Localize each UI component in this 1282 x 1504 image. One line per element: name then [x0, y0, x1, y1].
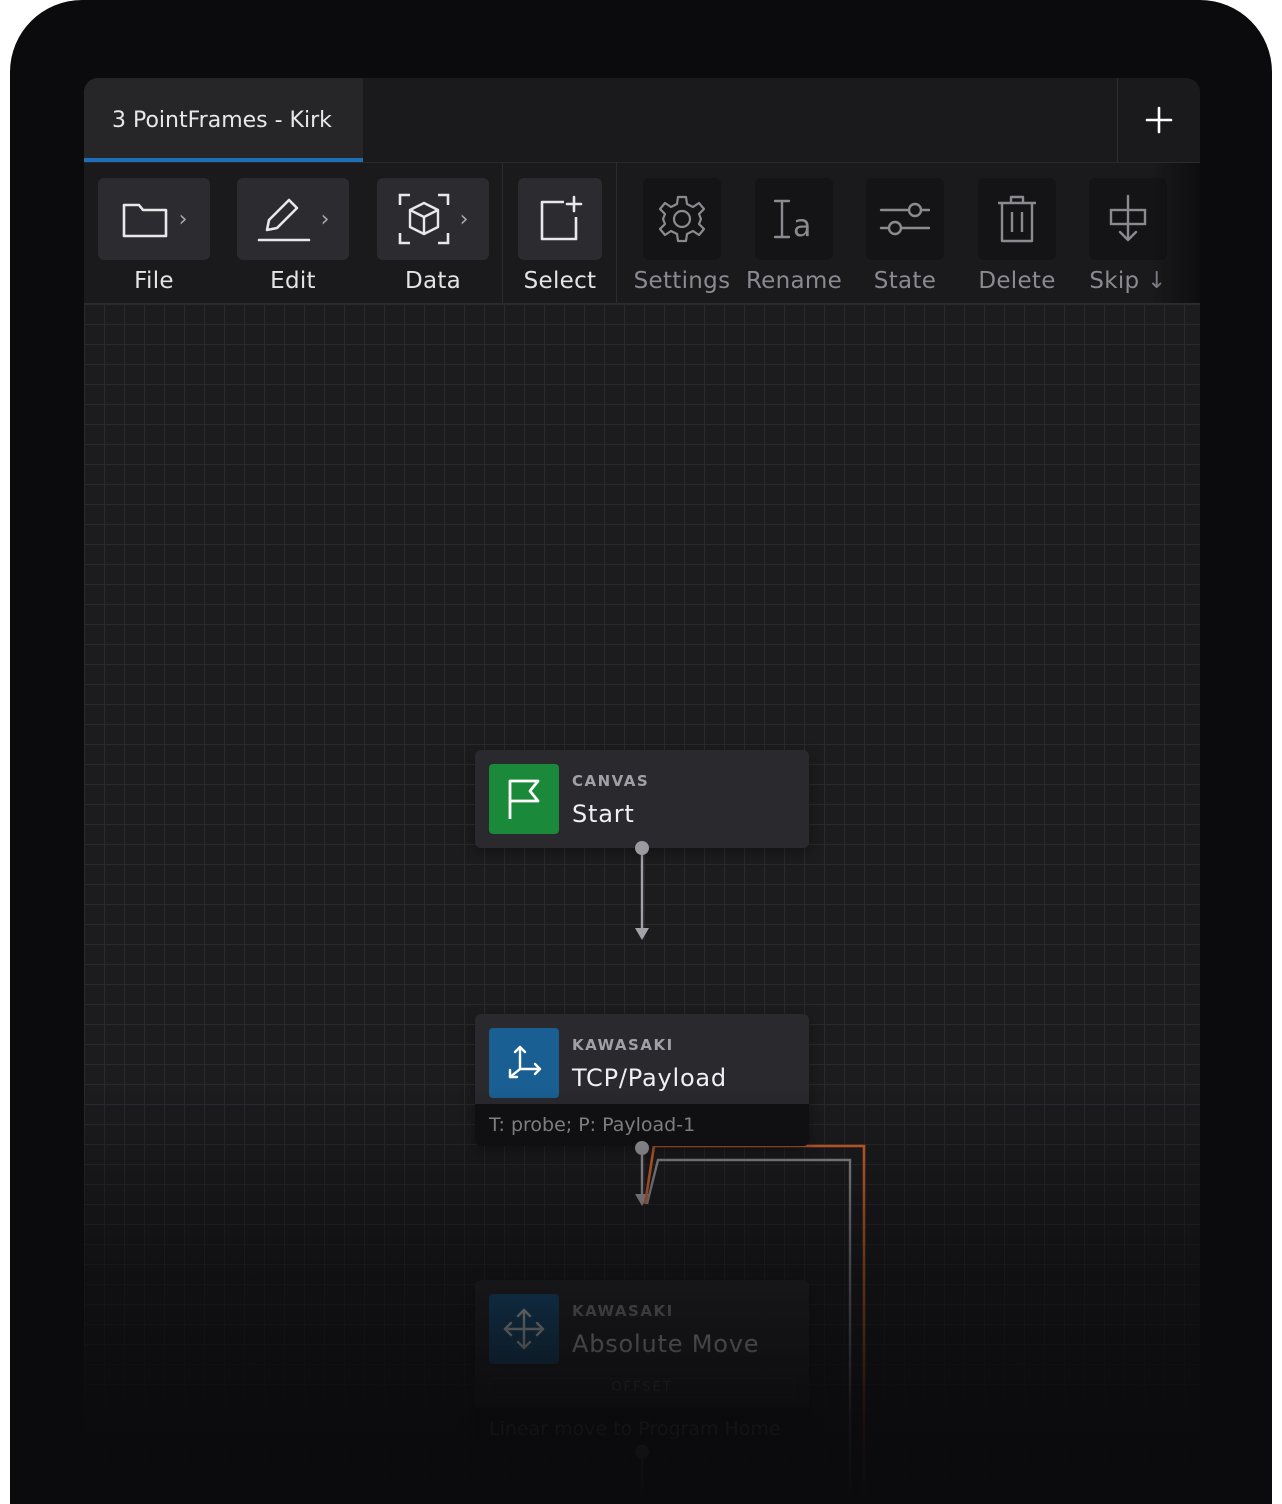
node-start[interactable]: CANVAS Start — [475, 750, 809, 848]
node-category: CANVAS — [572, 772, 650, 790]
move-arrows-icon — [489, 1294, 559, 1364]
tab-bar: 3 PointFrames - Kirk — [84, 78, 1200, 163]
node-title: Start — [572, 800, 635, 828]
folder-icon — [122, 203, 167, 238]
node-badge-row: OFFSET — [475, 1378, 809, 1408]
output-port[interactable] — [635, 841, 649, 855]
tab-label: 3 PointFrames - Kirk — [112, 107, 332, 133]
flag-icon — [489, 764, 559, 834]
rename-button[interactable]: a Rename — [744, 163, 844, 303]
chevron-right-icon: › — [320, 206, 330, 232]
node-tcp-payload[interactable]: KAWASAKI TCP/Payload T: probe; P: Payloa… — [475, 1014, 809, 1146]
node-category: KAWASAKI — [572, 1036, 674, 1054]
gear-icon — [658, 195, 706, 243]
edit-label: Edit — [270, 268, 316, 294]
app-screen: 3 PointFrames - Kirk › File › Edit › Dat… — [84, 78, 1200, 1504]
svg-text:a: a — [793, 209, 811, 243]
tablet-frame: 3 PointFrames - Kirk › File › Edit › Dat… — [10, 0, 1272, 1504]
rename-icon: a — [773, 199, 811, 243]
toolbar: › File › Edit › Data Select Settings a R… — [84, 163, 1200, 304]
settings-button[interactable]: Settings — [632, 163, 732, 303]
add-tab-button[interactable] — [1117, 78, 1200, 162]
file-label: File — [134, 268, 174, 294]
toolbar-divider — [616, 163, 617, 303]
pencil-icon — [257, 198, 310, 242]
data-label: Data — [404, 268, 462, 294]
toolbar-divider — [502, 163, 503, 303]
settings-label: Settings — [633, 268, 731, 294]
rename-label: Rename — [745, 268, 843, 294]
trash-icon — [998, 195, 1036, 243]
node-title: Absolute Move — [572, 1330, 760, 1358]
delete-label: Delete — [978, 268, 1056, 294]
node-subtitle: Linear move to Program Home — [475, 1408, 809, 1450]
select-add-icon — [540, 195, 583, 241]
wire-arrow — [635, 928, 649, 940]
output-port[interactable] — [635, 1445, 649, 1459]
plus-icon — [1145, 106, 1173, 134]
axes-icon — [489, 1028, 559, 1098]
cube-icon — [398, 193, 449, 245]
tab-active-indicator — [84, 158, 363, 162]
offset-badge: OFFSET — [489, 1378, 795, 1398]
state-button[interactable]: State — [855, 163, 955, 303]
edit-menu-button[interactable]: › Edit — [237, 163, 349, 303]
chevron-right-icon: › — [459, 206, 469, 232]
skip-icon — [1109, 194, 1147, 242]
node-title: TCP/Payload — [572, 1064, 727, 1092]
delete-button[interactable]: Delete — [967, 163, 1067, 303]
state-label: State — [873, 268, 937, 294]
output-port[interactable] — [635, 1141, 649, 1155]
select-button[interactable]: Select — [518, 163, 602, 303]
data-menu-button[interactable]: › Data — [377, 163, 489, 303]
toolbar-overflow-fade — [1150, 163, 1200, 303]
tab-active[interactable]: 3 PointFrames - Kirk — [84, 78, 363, 162]
select-label: Select — [523, 268, 597, 294]
file-menu-button[interactable]: › File — [98, 163, 210, 303]
sliders-icon — [879, 202, 931, 236]
node-category: KAWASAKI — [572, 1302, 674, 1320]
chevron-right-icon: › — [178, 206, 188, 232]
flow-canvas[interactable]: CANVAS Start KAWASAKI TCP/Payload T: pro… — [84, 304, 1200, 1504]
node-absolute-move[interactable]: KAWASAKI Absolute Move OFFSET Linear mov… — [475, 1280, 809, 1450]
